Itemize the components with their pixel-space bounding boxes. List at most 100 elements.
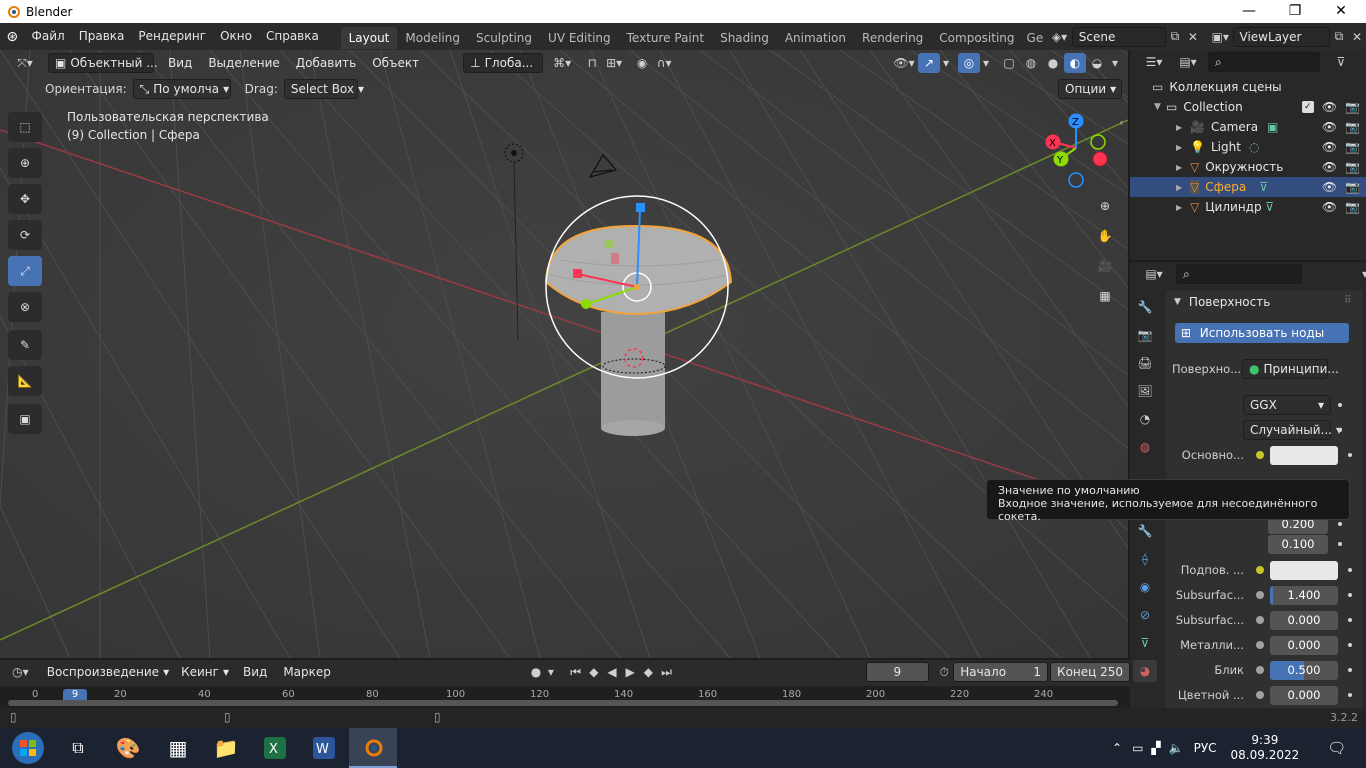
task-view-icon[interactable]: ⧉ — [54, 728, 102, 768]
new-viewlayer-icon[interactable]: ⧉ — [1330, 27, 1348, 47]
minimize-icon[interactable]: — — [1226, 0, 1272, 23]
visibility-eye-icon[interactable]: 👁 — [1322, 180, 1337, 194]
keyframe-dot-icon[interactable] — [1338, 428, 1342, 432]
collection-row[interactable]: ▼ ▭ Collection ✓ 👁 📷 — [1130, 97, 1366, 117]
calculator-app-icon[interactable]: ▦ — [154, 728, 202, 768]
outliner-item-sphere[interactable]: ▶ ▽ Сфера ⊽ 👁 📷 — [1130, 177, 1366, 197]
network-icon[interactable]: ▞ — [1151, 741, 1160, 755]
keyframe-dot-icon[interactable] — [1348, 668, 1352, 672]
jump-end-icon[interactable]: ⏭ — [657, 662, 675, 682]
render-camera-icon[interactable]: 📷 — [1345, 180, 1360, 194]
start-button-icon[interactable] — [4, 728, 52, 768]
visibility-eye-icon[interactable]: 👁 — [1322, 120, 1337, 134]
keyframe-dot-icon[interactable] — [1348, 643, 1352, 647]
keyframe-dot-icon[interactable] — [1338, 542, 1342, 546]
viewlayer-selector-icon[interactable]: ▣▾ — [1208, 27, 1233, 47]
physics-tab-icon[interactable]: ◉ — [1133, 576, 1157, 598]
tab-layout[interactable]: Layout — [340, 27, 398, 49]
play-reverse-icon[interactable]: ◀ — [603, 662, 621, 682]
visibility-eye-icon[interactable]: 👁 — [1322, 160, 1337, 174]
menu-window[interactable]: Окно — [213, 23, 259, 50]
current-frame-field[interactable]: 9 — [865, 662, 930, 682]
language-indicator[interactable]: РУС — [1194, 741, 1217, 755]
expand-arrow-icon[interactable]: ▼ — [1154, 102, 1166, 112]
tab-animation[interactable]: Animation — [777, 27, 854, 49]
scene-selector-icon[interactable]: ◈▾ — [1047, 27, 1072, 47]
subsurface-color-swatch[interactable] — [1270, 560, 1338, 580]
new-scene-icon[interactable]: ⧉ — [1166, 27, 1184, 47]
number-field[interactable]: 0.100 — [1268, 534, 1328, 554]
material-tab-icon[interactable]: ◕ — [1133, 660, 1157, 682]
outliner-item-cylinder[interactable]: ▶ ▽ Цилиндр ⊽ 👁 📷 — [1130, 197, 1366, 217]
tab-shading[interactable]: Shading — [712, 27, 777, 49]
view-layer-tab-icon[interactable]: 🖼 — [1133, 380, 1157, 402]
outliner-search-input[interactable]: ⌕ — [1208, 52, 1320, 72]
auto-keying-icon[interactable]: ● — [527, 662, 545, 682]
preview-range-icon[interactable]: ⏱ — [935, 662, 953, 682]
sidebar-toggle-icon[interactable]: ‹ — [1119, 116, 1123, 129]
scene-collection-row[interactable]: ▭ Коллекция сцены — [1130, 77, 1366, 97]
keying-dropdown[interactable]: Кеинг ▾ — [175, 662, 235, 682]
jump-keyframe-back-icon[interactable]: ◆ — [585, 662, 603, 682]
render-camera-icon[interactable]: 📷 — [1345, 160, 1360, 174]
jump-keyframe-forward-icon[interactable]: ◆ — [639, 662, 657, 682]
tab-modeling[interactable]: Modeling — [397, 27, 468, 49]
outliner-editor-type-icon[interactable]: ☰▾ — [1140, 52, 1168, 72]
outliner-item-light[interactable]: ▶ 💡 Light ◌ 👁 📷 — [1130, 137, 1366, 157]
notifications-icon[interactable]: 🗨 — [1327, 739, 1346, 757]
keyframe-dot-icon[interactable] — [1348, 618, 1352, 622]
menu-help[interactable]: Справка — [259, 23, 326, 50]
pan-hand-icon[interactable]: ✋ — [1092, 223, 1118, 249]
menu-file[interactable]: Файл — [25, 23, 72, 50]
expand-arrow-icon[interactable]: ▶ — [1176, 203, 1190, 212]
visibility-eye-icon[interactable]: 👁 — [1322, 200, 1337, 214]
frame-start-field[interactable]: Начало 1 — [953, 662, 1049, 682]
panel-drag-handle-icon[interactable]: ⠿ — [1344, 295, 1351, 306]
tab-compositing[interactable]: Compositing — [931, 27, 1022, 49]
specular-tint-slider[interactable]: 0.000 — [1270, 685, 1338, 705]
file-explorer-icon[interactable]: 📁 — [202, 728, 250, 768]
subsurface-method-dropdown[interactable]: Случайный...▾ — [1243, 420, 1342, 440]
timeline-view-menu[interactable]: Вид — [235, 665, 275, 679]
subsurface-ior-slider[interactable]: 1.400 — [1270, 585, 1338, 605]
keyframe-dot-icon[interactable] — [1338, 522, 1342, 526]
expand-arrow-icon[interactable]: ▶ — [1176, 143, 1190, 152]
use-nodes-button[interactable]: ⊞ Использовать ноды — [1175, 323, 1349, 343]
volume-icon[interactable]: 🔈 — [1169, 741, 1184, 755]
timeline-editor-type-icon[interactable]: ◷▾ — [8, 662, 33, 682]
auto-keying-menu-icon[interactable]: ▾ — [545, 662, 557, 682]
base-color-swatch[interactable] — [1270, 445, 1338, 465]
timeline-marker-menu[interactable]: Маркер — [275, 665, 339, 679]
remove-viewlayer-icon[interactable]: ✕ — [1348, 27, 1366, 47]
render-tab-icon[interactable]: 📷 — [1133, 324, 1157, 346]
render-camera-icon[interactable]: 📷 — [1345, 120, 1360, 134]
output-tab-icon[interactable]: 🖨 — [1133, 352, 1157, 374]
zoom-icon[interactable]: ⊕ — [1092, 193, 1118, 219]
tab-texture-paint[interactable]: Texture Paint — [619, 27, 712, 49]
menu-edit[interactable]: Правка — [72, 23, 132, 50]
surface-shader-field[interactable]: ● Принципи... — [1242, 359, 1339, 379]
specular-slider[interactable]: 0.500 — [1270, 660, 1338, 680]
tray-chevron-icon[interactable]: ⌃ — [1112, 741, 1122, 755]
paint-app-icon[interactable]: 🎨 — [104, 728, 152, 768]
light-object[interactable] — [504, 143, 524, 341]
keyframe-dot-icon[interactable] — [1348, 568, 1352, 572]
tool-tab-icon[interactable]: 🔧 — [1133, 296, 1157, 318]
close-icon[interactable]: ✕ — [1318, 0, 1364, 23]
camera-view-icon[interactable]: 🎥 — [1092, 253, 1118, 279]
keyframe-dot-icon[interactable] — [1348, 593, 1352, 597]
blender-app-icon[interactable] — [349, 728, 397, 768]
outliner-item-camera[interactable]: ▶ 🎥 Camera ▣ 👁 📷 — [1130, 117, 1366, 137]
properties-editor-type-icon[interactable]: ▤▾ — [1140, 264, 1168, 284]
surface-panel-header[interactable]: ▼ Поверхность — [1174, 295, 1270, 309]
play-icon[interactable]: ▶ — [621, 662, 639, 682]
ortho-grid-icon[interactable]: ▦ — [1092, 283, 1118, 309]
modifier-tab-icon[interactable]: 🔧 — [1133, 520, 1157, 542]
maximize-icon[interactable]: ❐ — [1272, 0, 1318, 23]
visibility-eye-icon[interactable]: 👁 — [1322, 140, 1337, 154]
battery-icon[interactable]: ▭ — [1132, 741, 1143, 755]
timeline-ruler[interactable]: 0 9 20 40 60 80 100 120 140 160 180 200 … — [0, 686, 1130, 708]
expand-arrow-icon[interactable]: ▶ — [1176, 123, 1190, 132]
menu-render[interactable]: Рендеринг — [131, 23, 213, 50]
excel-app-icon[interactable]: X — [251, 728, 299, 768]
